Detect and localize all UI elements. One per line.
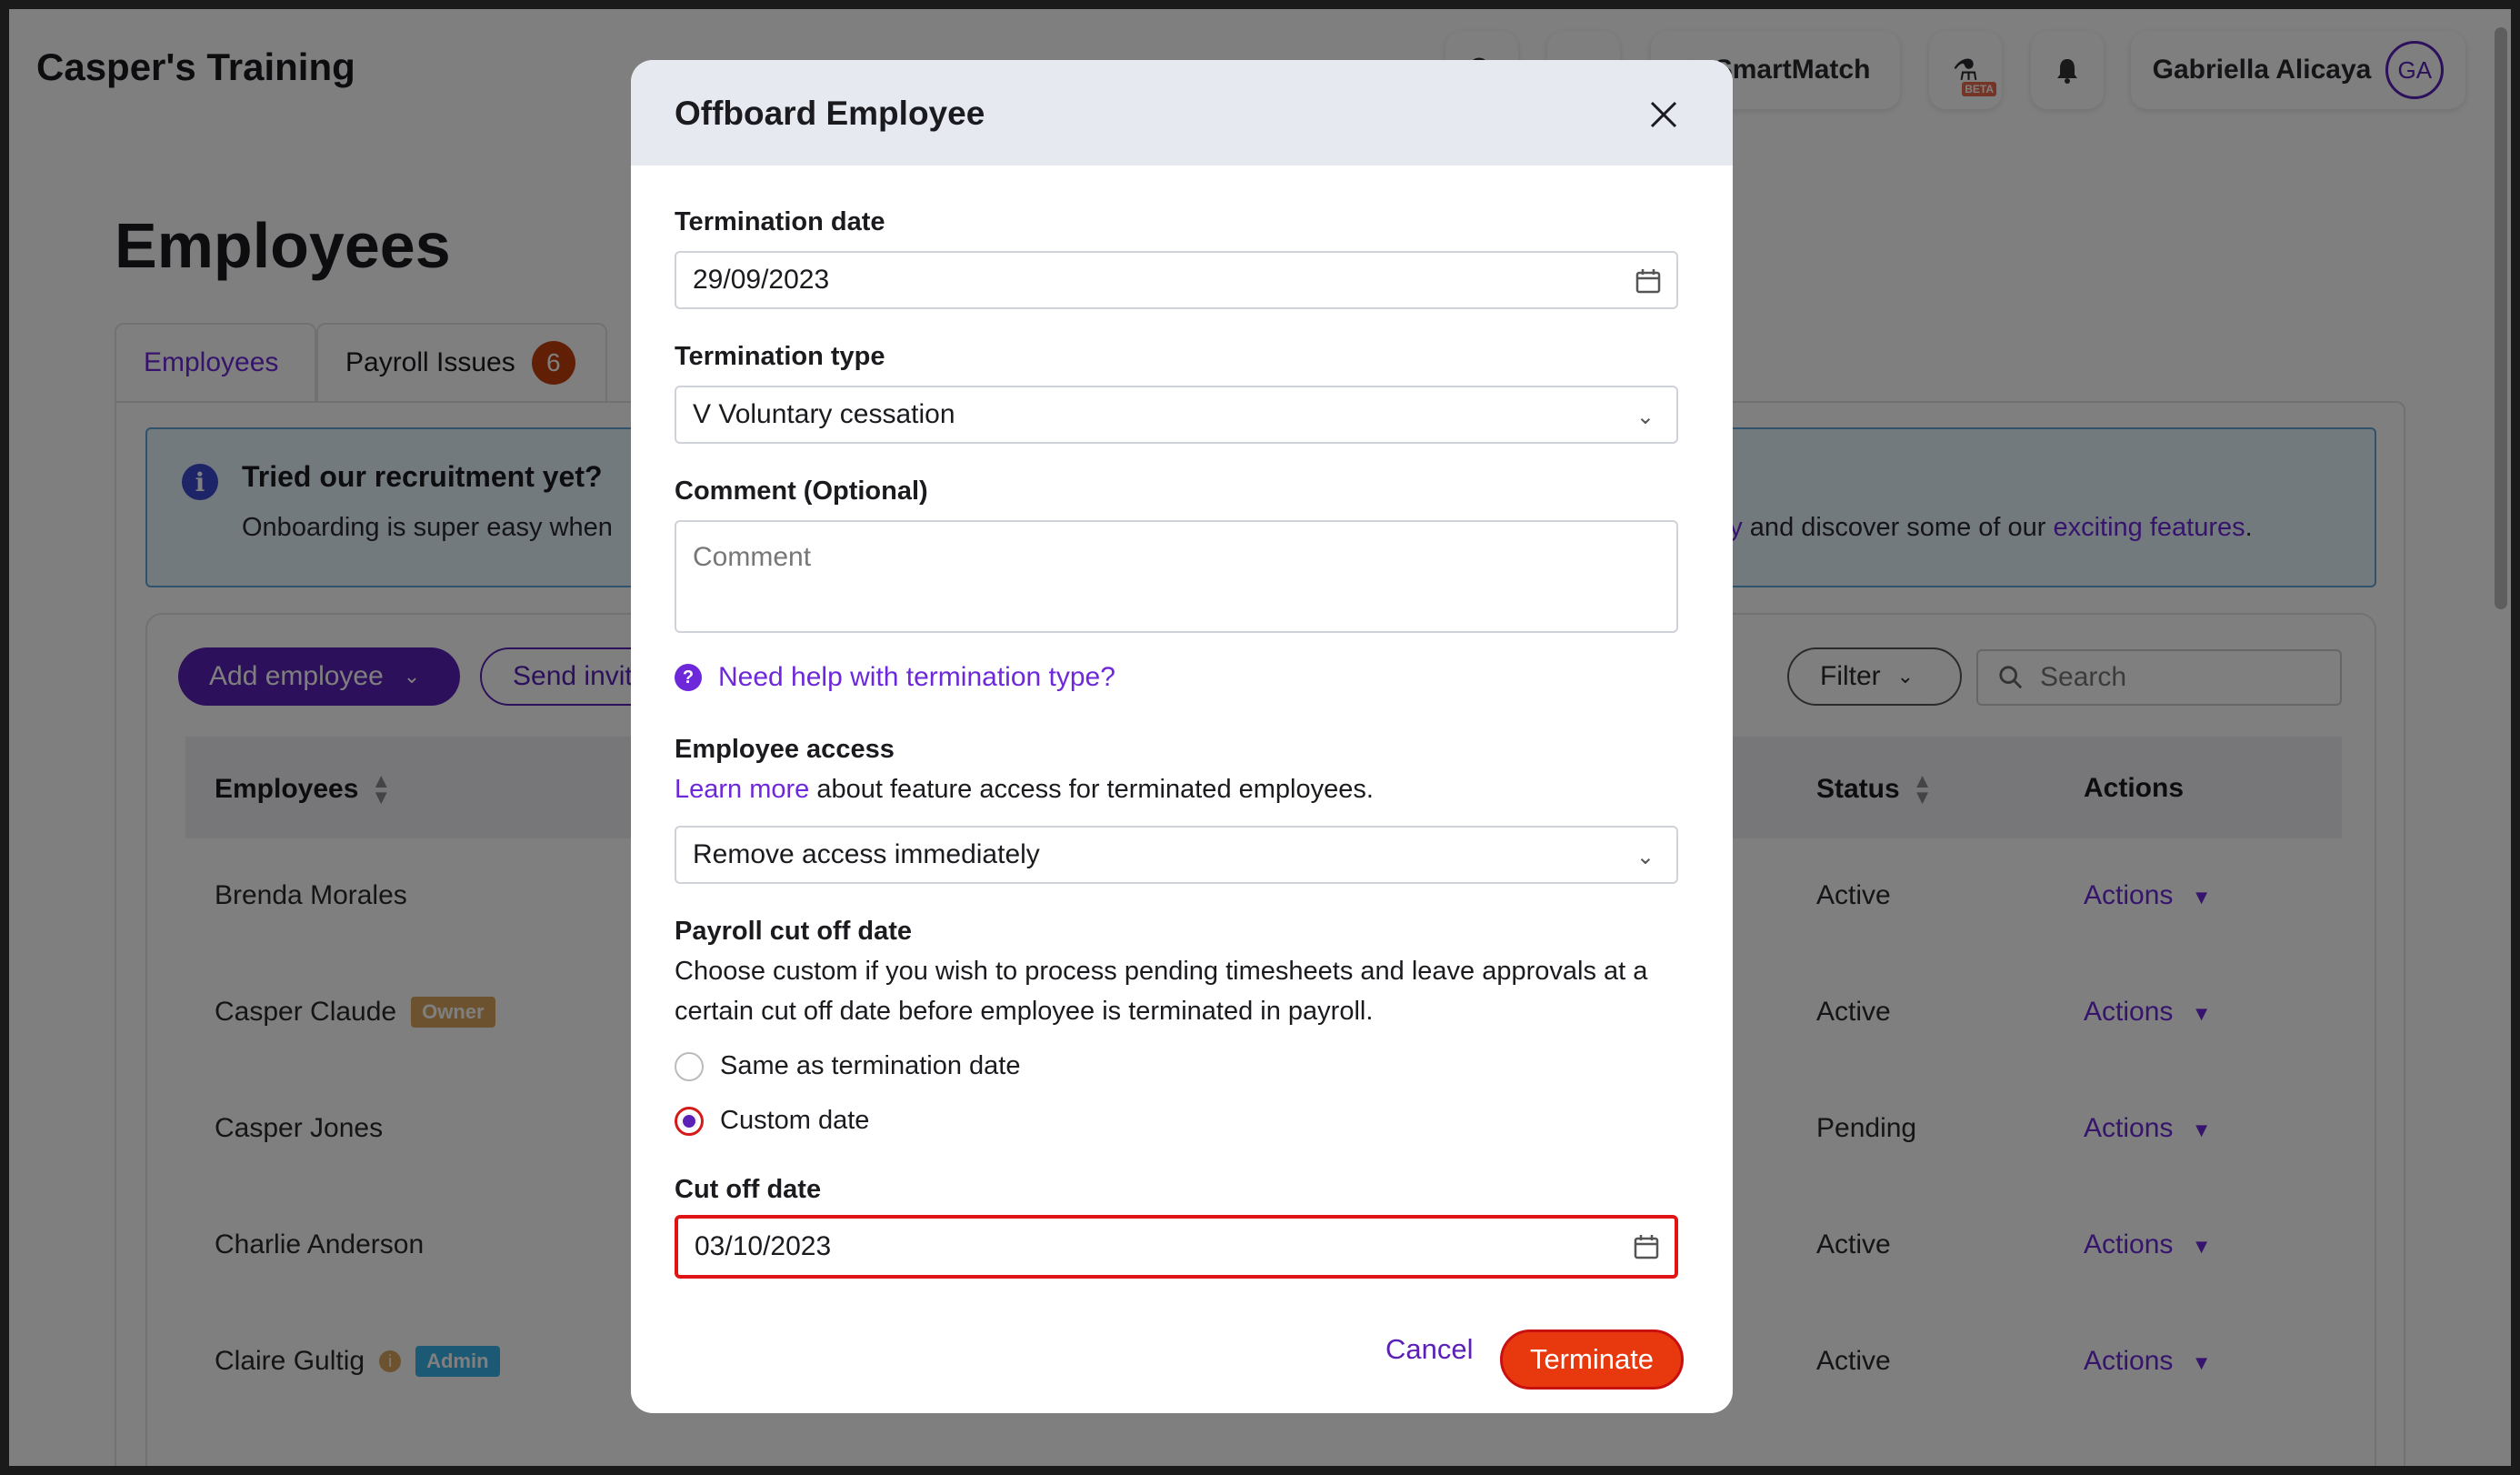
employee-access-value: Remove access immediately [693,839,1040,869]
employee-access-description: Learn more about feature access for term… [675,769,1693,809]
termination-date-value: 29/09/2023 [693,265,830,295]
terminate-button[interactable]: Terminate [1500,1330,1684,1390]
payroll-cutoff-description: Choose custom if you wish to process pen… [675,957,1648,1026]
termination-type-select[interactable]: V Voluntary cessation ⌄ [675,386,1678,444]
chevron-down-icon: ⌄ [1635,405,1655,429]
cutoff-date-label: Cut off date [675,1175,822,1204]
calendar-icon[interactable] [1635,267,1662,295]
learn-more-link[interactable]: Learn more [675,775,809,804]
screenshot-frame: Casper's Training ✦ SmartMatch ⚗ BETA Ga… [0,0,2520,1475]
calendar-icon[interactable] [1633,1233,1660,1260]
cancel-button[interactable]: Cancel [1385,1333,1474,1366]
chevron-down-icon: ⌄ [1635,845,1655,869]
radio-same-label: Same as termination date [720,1051,1021,1080]
employee-access-label: Employee access [675,735,895,764]
offboard-employee-modal: Offboard Employee Termination date 29/09… [631,60,1733,1413]
comment-label: Comment (Optional) [675,477,928,506]
comment-textarea[interactable]: Comment [675,520,1678,633]
cutoff-date-field[interactable]: 03/10/2023 [675,1215,1678,1279]
comment-placeholder: Comment [693,542,812,572]
employee-access-text: about feature access for terminated empl… [809,775,1374,804]
termination-help-link[interactable]: ? Need help with termination type? [675,662,1115,693]
payroll-cutoff-label: Payroll cut off date [675,917,913,946]
help-link-label: Need help with termination type? [718,662,1115,692]
modal-header: Offboard Employee [631,60,1733,166]
radio-same-as-termination[interactable]: Same as termination date [675,1051,1020,1081]
help-icon: ? [675,664,702,691]
cutoff-date-value: 03/10/2023 [695,1231,832,1261]
termination-type-label: Termination type [675,342,885,371]
termination-date-field[interactable]: 29/09/2023 [675,251,1678,309]
termination-date-label: Termination date [675,207,885,236]
radio-button-selected[interactable] [675,1106,704,1136]
modal-title: Offboard Employee [675,95,985,132]
close-icon[interactable] [1649,100,1678,129]
radio-custom-date[interactable]: Custom date [675,1106,869,1136]
radio-custom-label: Custom date [720,1106,870,1135]
radio-button[interactable] [675,1051,704,1081]
termination-type-value: V Voluntary cessation [693,399,955,429]
employee-access-select[interactable]: Remove access immediately ⌄ [675,826,1678,884]
